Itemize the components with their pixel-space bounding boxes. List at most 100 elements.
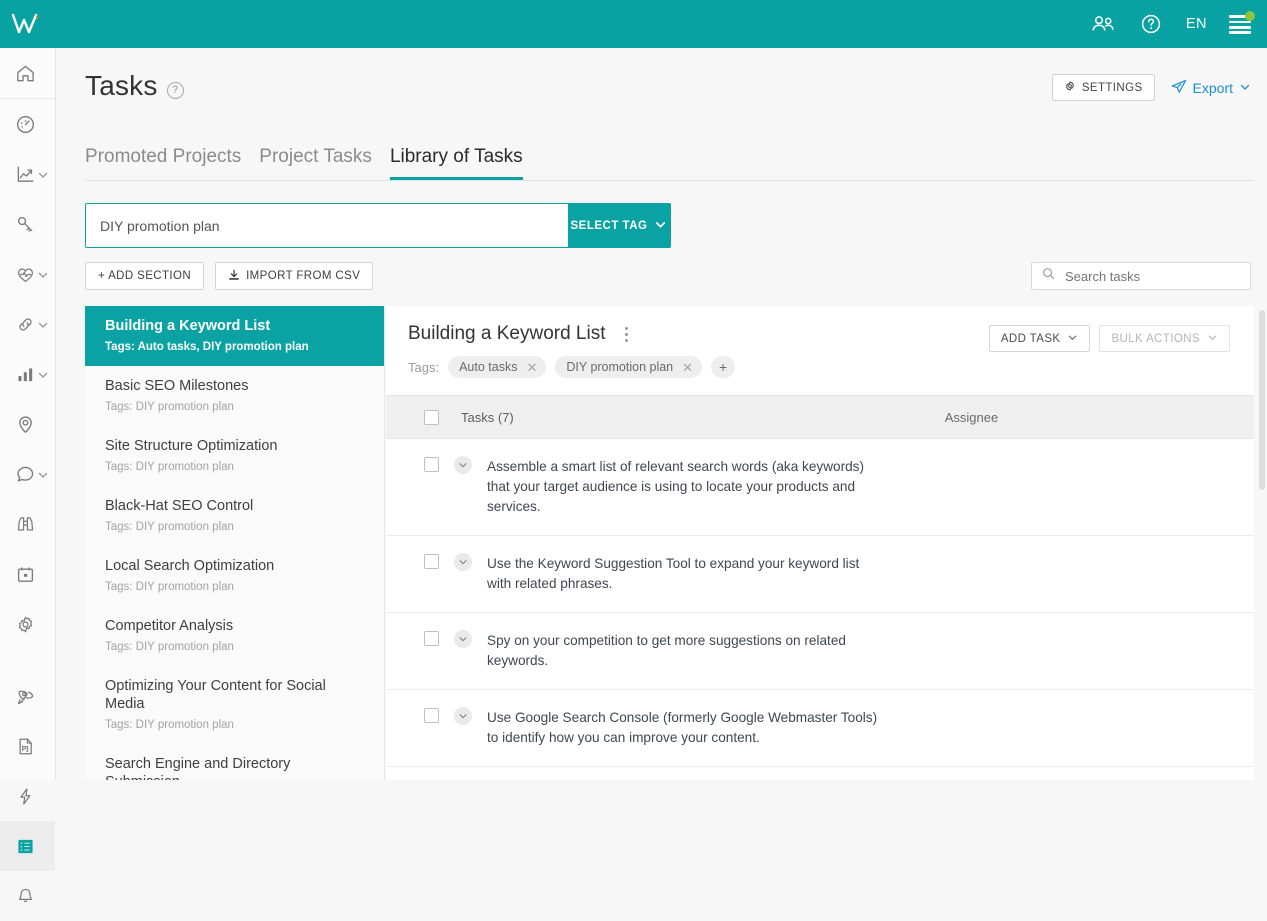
sidebar-item-reports[interactable] (0, 721, 55, 771)
users-icon[interactable] (1090, 11, 1116, 37)
add-tag-button[interactable]: + (711, 356, 736, 378)
gear-icon (1064, 80, 1076, 95)
import-from-csv-button[interactable]: IMPORT FROM CSV (215, 262, 374, 290)
chevron-down-icon[interactable] (454, 707, 472, 725)
menu-icon[interactable] (1229, 11, 1255, 34)
sidebar-item-launch[interactable] (0, 671, 55, 721)
section-tags: Tags: DIY promotion plan (105, 461, 234, 473)
row-checkbox[interactable] (424, 631, 439, 646)
section-tag-row: Tags: Auto tasks ✕ DIY promotion plan ✕ … (408, 356, 1254, 378)
tasks-table-body: Assemble a smart list of relevant search… (386, 439, 1254, 780)
section-tags: Tags: DIY promotion plan (105, 641, 234, 653)
section-tags: Tags: Auto tasks, DIY promotion plan (105, 341, 309, 353)
section-tags: Tags: DIY promotion plan (105, 719, 234, 731)
import-from-csv-label: IMPORT FROM CSV (246, 270, 361, 282)
content-scrollbar[interactable] (1259, 310, 1265, 490)
sidebar-item-calendar[interactable] (0, 549, 55, 599)
sections-list[interactable]: Building a Keyword List Tags: Auto tasks… (85, 306, 385, 780)
column-header-tasks: Tasks (7) (461, 409, 514, 425)
sidebar-item-analytics[interactable] (0, 349, 55, 399)
section-list-item[interactable]: Search Engine and Directory Submission T… (85, 744, 384, 780)
rocket-icon (14, 685, 36, 707)
add-section-label: + ADD SECTION (98, 270, 192, 282)
lightning-bolt-icon (14, 785, 36, 807)
chevron-down-icon[interactable] (37, 368, 49, 380)
chevron-down-icon[interactable] (37, 268, 49, 280)
section-list-item[interactable]: Black-Hat SEO Control Tags: DIY promotio… (85, 486, 384, 546)
task-search-box (1031, 262, 1251, 290)
tab-library-of-tasks[interactable]: Library of Tasks (389, 146, 523, 180)
sidebar-item-settings[interactable] (0, 599, 55, 649)
tag-chip-label: Auto tasks (459, 360, 518, 374)
chevron-down-icon[interactable] (454, 630, 472, 648)
section-title: Optimizing Your Content for Social Media (105, 678, 326, 712)
sidebar-item-home[interactable] (0, 48, 55, 98)
export-button[interactable]: Export (1171, 79, 1251, 97)
table-row[interactable]: Use Google Search Console (formerly Goog… (386, 690, 1254, 767)
tags-label: Tags: (408, 359, 440, 375)
row-checkbox[interactable] (424, 708, 439, 723)
sidebar-item-competitor-research[interactable] (0, 499, 55, 549)
section-list-item[interactable]: Competitor Analysis Tags: DIY promotion … (85, 606, 384, 666)
bulk-actions-label: BULK ACTIONS (1111, 332, 1200, 345)
table-row[interactable]: Spy on your competition to get more sugg… (386, 613, 1254, 690)
settings-button[interactable]: SETTINGS (1051, 74, 1155, 101)
tab-promoted-projects[interactable]: Promoted Projects (85, 146, 241, 180)
select-tag-button[interactable]: SELECT TAG (568, 204, 670, 247)
task-text: Assemble a smart list of relevant search… (487, 459, 864, 514)
row-checkbox[interactable] (424, 457, 439, 472)
row-checkbox[interactable] (424, 554, 439, 569)
sidebar-item-site-audit[interactable] (0, 249, 55, 299)
search-tasks-input[interactable] (1063, 267, 1243, 285)
sidebar-item-local-seo[interactable] (0, 399, 55, 449)
section-list-item[interactable]: Basic SEO Milestones Tags: DIY promotion… (85, 366, 384, 426)
section-list-item[interactable]: Site Structure Optimization Tags: DIY pr… (85, 426, 384, 486)
section-list-item[interactable]: Building a Keyword List Tags: Auto tasks… (85, 306, 384, 366)
table-row[interactable]: Assemble a smart list of relevant search… (386, 439, 1254, 536)
section-list-item[interactable]: Local Search Optimization Tags: DIY prom… (85, 546, 384, 606)
chevron-down-icon[interactable] (37, 318, 49, 330)
sidebar-item-social-media[interactable] (0, 449, 55, 499)
add-task-button[interactable]: ADD TASK (988, 325, 1091, 352)
add-section-button[interactable]: + ADD SECTION (85, 262, 205, 290)
sidebar-item-keyword-research[interactable] (0, 199, 55, 249)
tag-chip-label: DIY promotion plan (566, 360, 674, 374)
task-list-icon (14, 835, 36, 857)
app-logo[interactable] (0, 0, 56, 48)
chevron-down-icon[interactable] (454, 456, 472, 474)
backlinks-chain-icon (14, 313, 36, 335)
help-circle-icon[interactable] (1138, 11, 1164, 37)
language-selector[interactable]: EN (1186, 16, 1207, 32)
page-body: Tasks ? SETTINGS Export Promoted Project… (56, 48, 1267, 780)
tag-chip[interactable]: DIY promotion plan ✕ (555, 356, 703, 378)
tag-search-bar: SELECT TAG (85, 203, 671, 248)
sidebar-item-tasks[interactable] (0, 821, 55, 871)
page-help-icon[interactable]: ? (166, 81, 184, 99)
tag-search-input[interactable] (86, 204, 568, 247)
section-detail-title: Building a Keyword List (408, 323, 606, 344)
chevron-down-icon[interactable] (454, 553, 472, 571)
tab-project-tasks[interactable]: Project Tasks (259, 146, 372, 180)
sidebar-item-backlinks[interactable] (0, 299, 55, 349)
chat-bubble-icon (14, 463, 36, 485)
sidebar-item-notifications[interactable] (0, 871, 55, 921)
table-row[interactable]: Use the Keyword Suggestion Tool to expan… (386, 536, 1254, 613)
sidebar-item-boost[interactable] (0, 771, 55, 821)
tag-chip[interactable]: Auto tasks ✕ (448, 356, 547, 378)
close-icon[interactable]: ✕ (682, 361, 693, 374)
section-tags: Tags: DIY promotion plan (105, 521, 234, 533)
section-list-item[interactable]: Optimizing Your Content for Social Media… (85, 666, 384, 744)
chevron-down-icon[interactable] (37, 168, 49, 180)
home-icon (14, 62, 36, 84)
select-all-checkbox[interactable] (424, 409, 439, 425)
sidebar-item-dashboard[interactable] (0, 99, 55, 149)
more-options-icon[interactable] (620, 325, 634, 343)
wordstream-logo-icon (11, 13, 38, 34)
sidebar-item-rank-tracking[interactable] (0, 149, 55, 199)
top-bar: EN (0, 0, 1267, 48)
table-row[interactable]: Localize your keywords to target a local… (386, 767, 1254, 780)
chevron-down-icon (1207, 332, 1218, 346)
bulk-actions-button[interactable]: BULK ACTIONS (1099, 325, 1230, 352)
chevron-down-icon[interactable] (37, 468, 49, 480)
close-icon[interactable]: ✕ (526, 361, 537, 374)
